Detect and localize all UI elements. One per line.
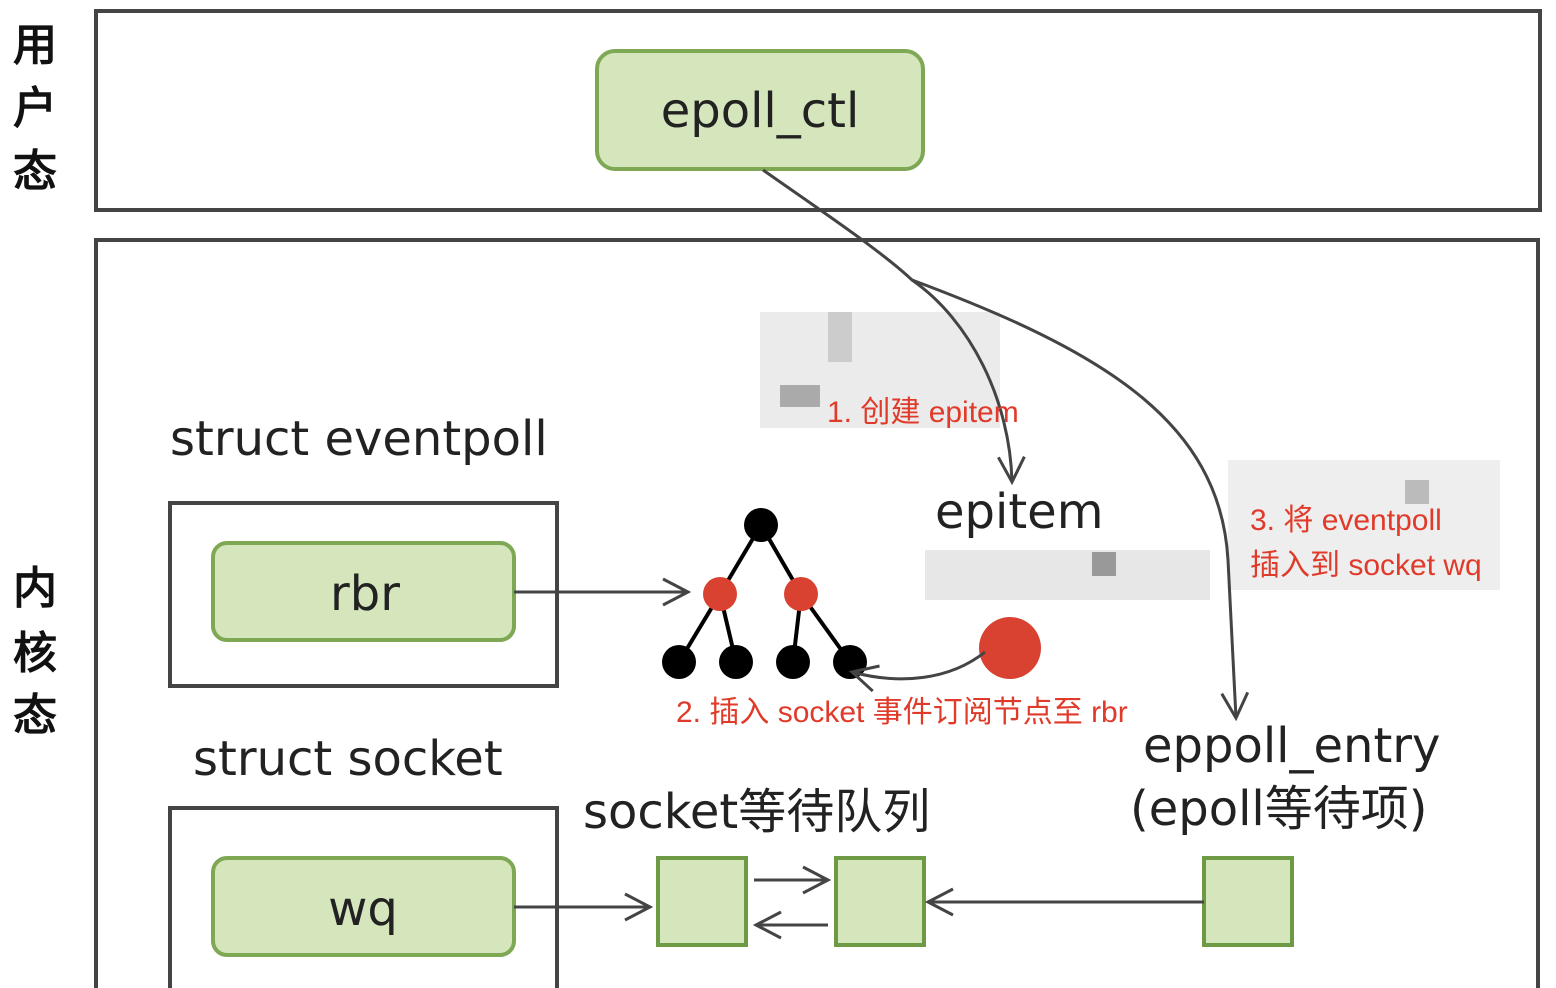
eppoll-entry-label: eppoll_entry xyxy=(1143,718,1440,774)
side-label-kernel-2: 核 xyxy=(13,628,57,679)
rbr-label: rbr xyxy=(330,566,400,622)
side-label-user-1: 用 xyxy=(13,20,57,71)
queue-item-2 xyxy=(834,856,926,947)
epitem-node xyxy=(979,617,1041,679)
tree-leaf-2 xyxy=(719,645,753,679)
arrow-epitem-to-tree xyxy=(852,650,986,679)
epoll-diagram: 用 户 态 内 核 态 epoll_ctl 1. 创建 epitem 3. 将 … xyxy=(13,9,1542,988)
epitem-label: epitem xyxy=(935,484,1103,540)
epoll-ctl-label: epoll_ctl xyxy=(661,83,860,139)
annotation-step3-line2: 插入到 socket wq xyxy=(1250,549,1482,582)
annotation-step3-line1: 3. 将 eventpoll xyxy=(1250,504,1442,537)
eppoll-entry-desc: (epoll等待项) xyxy=(1130,781,1428,837)
tree-node-red-left xyxy=(703,577,737,611)
tree-node-root xyxy=(744,508,778,542)
tree-leaf-3 xyxy=(776,645,810,679)
struct-eventpoll-label: struct eventpoll xyxy=(170,411,548,467)
struct-socket-label: struct socket xyxy=(193,731,503,787)
side-label-user-3: 态 xyxy=(13,146,57,197)
tree-node-red-right xyxy=(784,577,818,611)
side-label-user-2: 户 xyxy=(13,83,57,134)
side-label-kernel-1: 内 xyxy=(13,563,57,614)
side-label-kernel-3: 态 xyxy=(13,690,57,741)
tree-leaf-1 xyxy=(662,645,696,679)
queue-item-1 xyxy=(656,856,748,947)
eppoll-entry-node xyxy=(1202,856,1294,947)
socket-wait-queue-label: socket等待队列 xyxy=(583,784,930,840)
annotation-step2: 2. 插入 socket 事件订阅节点至 rbr xyxy=(676,696,1128,729)
annotation-step1: 1. 创建 epitem xyxy=(827,396,1019,429)
wq-label: wq xyxy=(328,881,398,937)
